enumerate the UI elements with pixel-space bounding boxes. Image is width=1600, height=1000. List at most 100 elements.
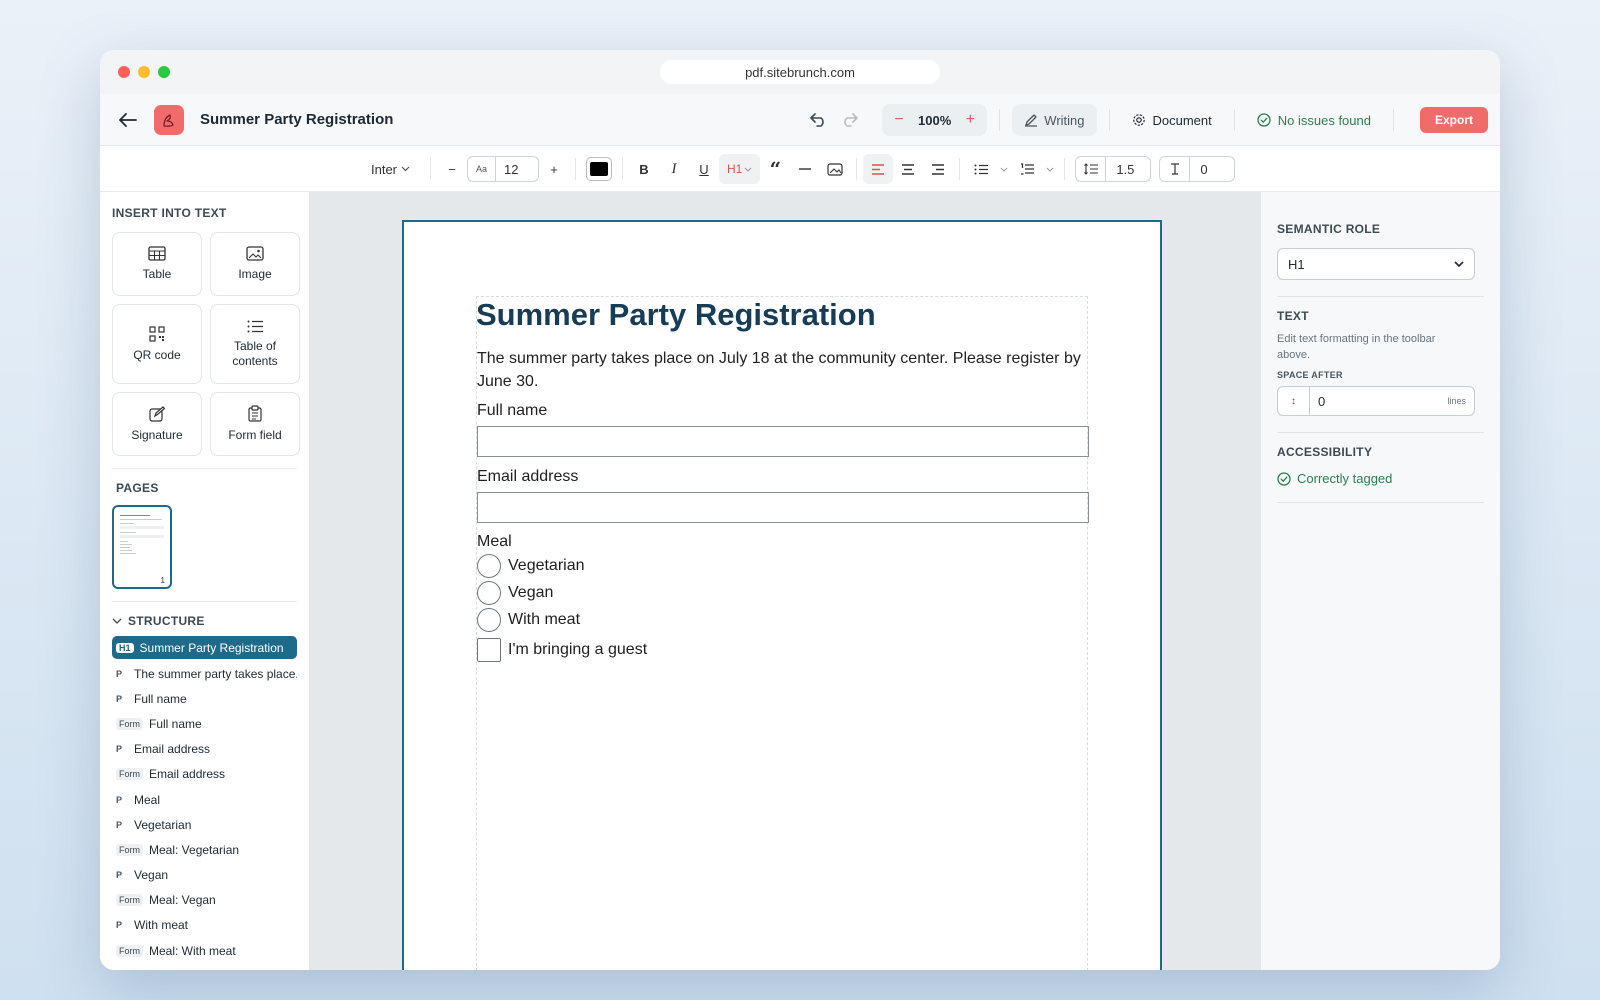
structure-item[interactable]: P With meat [112,913,297,938]
structure-item[interactable]: Form Email address [112,762,297,787]
align-left-icon[interactable] [863,154,894,184]
image-icon [246,246,264,261]
check-circle-icon [1257,113,1271,127]
semantic-role-select[interactable]: H1 [1277,248,1475,280]
meal-option-vegan[interactable]: Vegan [477,581,1087,605]
text-block[interactable]: Summer Party Registration The summer par… [476,296,1089,970]
align-center-icon[interactable] [893,154,923,184]
text-color-picker[interactable] [586,157,612,181]
checkbox[interactable] [477,638,501,662]
document-page: Summer Party Registration The summer par… [402,220,1162,970]
insert-image-icon[interactable] [820,154,850,184]
insert-toc-button[interactable]: Table of contents [210,304,300,384]
quote-icon[interactable]: “ [760,154,790,184]
structure-item[interactable]: Form Full name [112,711,297,736]
structure-item[interactable]: Form Meal: Vegetarian [112,837,297,862]
document-settings-button[interactable]: Document [1122,113,1222,128]
document-heading[interactable]: Summer Party Registration [476,297,1087,333]
divider [856,158,858,180]
bullet-list-icon[interactable] [966,154,996,184]
app-header: Summer Party Registration − 100% + Writi… [100,94,1500,146]
space-after-title: SPACE AFTER [1277,370,1343,380]
insert-qr-code-button[interactable]: QR code [112,304,202,384]
space-after-input[interactable]: ↕ 0 lines [1277,386,1475,416]
document-intro-paragraph[interactable]: The summer party takes place on July 18 … [477,347,1087,393]
insert-signature-button[interactable]: Signature [112,392,202,456]
radio-button[interactable] [477,608,501,632]
divider [1277,296,1484,297]
numbered-list-icon[interactable] [1012,154,1042,184]
structure-label: Meal: With meat [149,943,236,958]
semantic-role-title: SEMANTIC ROLE [1277,222,1381,236]
undo-icon[interactable] [804,105,834,135]
radio-button[interactable] [477,554,501,578]
accessibility-status-button[interactable]: No issues found [1247,113,1381,128]
increase-font-size-button[interactable]: + [539,154,569,184]
structure-tag: P [116,668,123,679]
guest-checkbox-row[interactable]: I'm bringing a guest [477,638,1087,662]
structure-tag: H1 [116,642,134,653]
zoom-in-button[interactable]: + [961,111,979,129]
page-thumbnail[interactable]: 1 [112,505,172,589]
accessibility-status: Correctly tagged [1277,471,1484,486]
maximize-window-button[interactable] [158,66,170,78]
meal-option-vegetarian[interactable]: Vegetarian [477,554,1087,578]
insert-form-field-button[interactable]: Form field [210,392,300,456]
full-name-field[interactable] [477,426,1089,457]
structure-item[interactable]: P Vegan [112,863,297,888]
bold-button[interactable]: B [629,154,659,184]
chevron-down-icon[interactable] [996,154,1012,184]
structure-header[interactable]: STRUCTURE [112,614,297,628]
writing-mode-button[interactable]: Writing [1012,104,1097,136]
structure-item[interactable]: P Email address [112,737,297,762]
meal-option-with-meat[interactable]: With meat [477,608,1087,632]
indent-input[interactable]: 0 [1159,156,1236,182]
back-arrow-icon[interactable] [116,108,140,132]
font-size-input[interactable]: Aa 12 [467,156,539,182]
underline-button[interactable]: U [689,154,719,184]
meal-option-label: Vegetarian [508,557,585,574]
pages-section-title: PAGES [116,481,159,495]
horizontal-rule-icon[interactable] [790,154,820,184]
meal-option-label: With meat [508,611,581,628]
divider [1277,432,1484,433]
structure-item[interactable]: P Vegetarian [112,812,297,837]
accessibility-title: ACCESSIBILITY [1277,445,1373,459]
structure-item[interactable]: H1 Summer Party Registration [112,636,297,659]
app-window: pdf.sitebrunch.com Summer Party Registra… [100,50,1500,970]
insert-image-button[interactable]: Image [210,232,300,296]
radio-button[interactable] [477,581,501,605]
structure-label: Vegan [134,868,169,883]
decrease-font-size-button[interactable]: − [437,154,467,184]
structure-section-title: STRUCTURE [128,614,205,628]
structure-item[interactable]: P Full name [112,686,297,711]
structure-item[interactable]: P Meal [112,787,297,812]
text-help: Edit text formatting in the toolbar abov… [1277,333,1436,361]
minimize-window-button[interactable] [138,66,150,78]
insert-table-button[interactable]: Table [112,232,202,296]
divider [112,468,297,469]
line-spacing-input[interactable]: 1.5 [1075,156,1152,182]
url-bar[interactable]: pdf.sitebrunch.com [660,60,940,84]
zoom-level: 100% [918,112,952,128]
close-window-button[interactable] [118,66,130,78]
heading-level-select[interactable]: H1 [719,154,761,184]
issues-label: No issues found [1277,112,1371,128]
structure-label: Vegetarian [134,817,192,832]
email-field[interactable] [477,492,1089,523]
redo-icon[interactable] [834,105,864,135]
structure-item[interactable]: P The summer party takes place... [112,661,297,686]
structure-item[interactable]: Form Meal: Vegan [112,888,297,913]
export-button[interactable]: Export [1419,107,1488,133]
font-family-select[interactable]: Inter [344,162,424,177]
chevron-down-icon[interactable] [1042,154,1058,184]
align-right-icon[interactable] [923,154,953,184]
zoom-out-button[interactable]: − [890,111,908,129]
line-spacing-icon [1076,157,1107,181]
semantic-role-value: H1 [1288,256,1305,272]
full-name-label: Full name [477,402,548,419]
structure-item[interactable]: Form Meal: With meat [112,938,297,963]
structure-tree: H1 Summer Party Registration P The summer … [112,636,297,963]
italic-button[interactable]: I [659,154,689,184]
structure-label: Meal [134,792,161,807]
